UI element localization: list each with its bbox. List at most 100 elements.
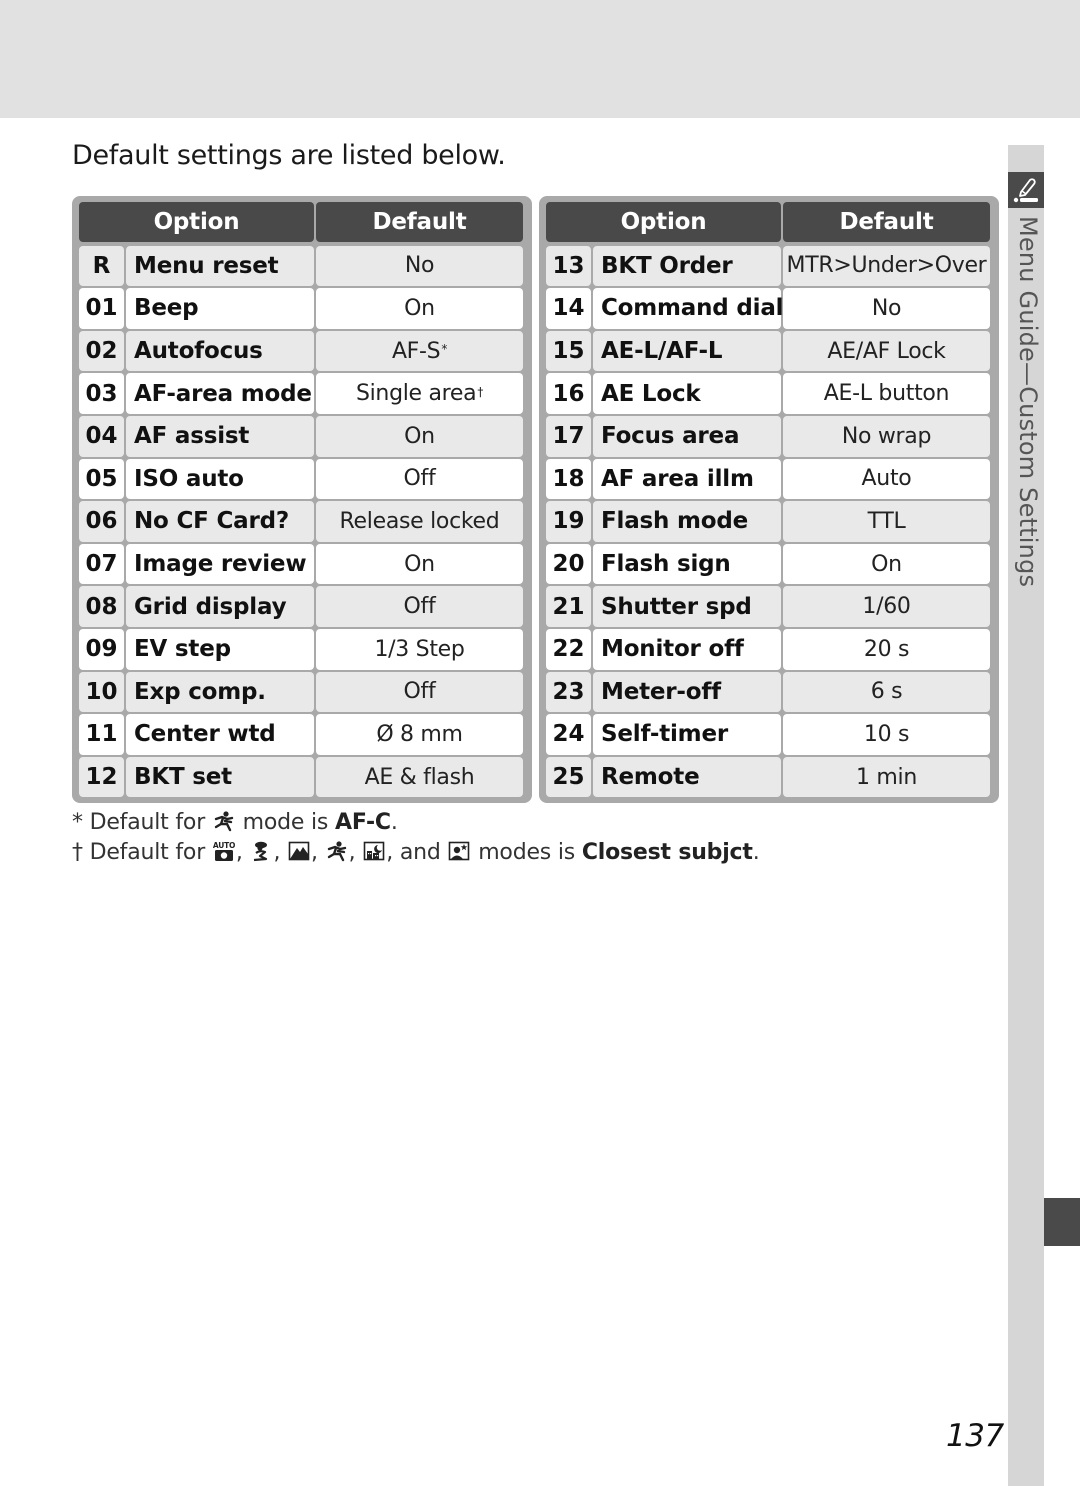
column-header-option: Option — [79, 202, 314, 242]
setting-name: EV step — [126, 628, 314, 670]
default-value-text: AE-L button — [823, 381, 950, 407]
column-header-default: Default — [316, 202, 523, 242]
setting-number: 23 — [546, 671, 591, 713]
footnote-text: mode is — [242, 810, 329, 835]
setting-default-value: No — [316, 245, 523, 287]
intro-text: Default settings are listed below. — [72, 140, 506, 171]
column-header-default: Default — [783, 202, 990, 242]
setting-number: 13 — [546, 245, 591, 287]
setting-name: ISO auto — [126, 458, 314, 500]
setting-default-value: TTL — [783, 501, 990, 542]
setting-number: 12 — [79, 756, 124, 798]
setting-default-value: 1 min — [783, 756, 990, 798]
setting-number: 18 — [546, 458, 591, 500]
setting-name: AE Lock — [593, 373, 781, 414]
default-value-text: 10 s — [863, 721, 910, 747]
default-value-text: AE/AF Lock — [827, 338, 946, 364]
default-value-text: AF-S — [391, 338, 441, 364]
setting-name: Exp comp. — [126, 671, 314, 713]
setting-number: 19 — [546, 501, 591, 542]
setting-number: 22 — [546, 628, 591, 670]
setting-default-value: Ø 8 mm — [316, 714, 523, 755]
footnote-period: . — [390, 810, 398, 835]
setting-default-value: AE-L button — [783, 373, 990, 414]
footnote-reference: * — [441, 342, 448, 357]
setting-number: 14 — [546, 288, 591, 329]
setting-name: Remote — [593, 756, 781, 798]
setting-default-value: Off — [316, 458, 523, 500]
setting-number: R — [79, 245, 124, 287]
setting-number: 16 — [546, 373, 591, 414]
setting-default-value: Auto — [783, 458, 990, 500]
setting-number: 02 — [79, 330, 124, 372]
setting-default-value: AE & flash — [316, 756, 523, 798]
setting-name: Command dial — [593, 288, 784, 329]
default-value-text: MTR>Under>Over — [786, 253, 987, 279]
footnote-text: modes is — [478, 840, 576, 865]
default-value-text: 1/60 — [862, 594, 911, 620]
setting-number: 06 — [79, 501, 124, 542]
setting-number: 25 — [546, 756, 591, 798]
setting-name: AF area illm — [593, 458, 781, 500]
default-value-text: No — [871, 295, 902, 321]
setting-number: 03 — [79, 373, 124, 414]
setting-number: 15 — [546, 330, 591, 372]
setting-default-value: On — [316, 288, 523, 329]
setting-default-value: 1/3 Step — [316, 628, 523, 670]
setting-name: Image review — [126, 543, 314, 585]
setting-name: Shutter spd — [593, 586, 781, 627]
default-value-text: 20 s — [863, 636, 910, 662]
setting-number: 07 — [79, 543, 124, 585]
setting-name: Autofocus — [126, 330, 314, 372]
default-value-text: No wrap — [841, 423, 932, 449]
portrait-mode-icon — [254, 841, 268, 862]
setting-name: Menu reset — [126, 245, 314, 287]
footnote-text: Default for — [89, 840, 206, 865]
setting-number: 05 — [79, 458, 124, 500]
footnote-period: . — [752, 840, 760, 865]
default-value-text: Auto — [861, 466, 912, 492]
default-value-text: 1/3 Step — [374, 636, 465, 662]
page-top-band — [0, 0, 1080, 118]
footnote-mark: † — [72, 840, 83, 865]
setting-number: 10 — [79, 671, 124, 713]
setting-name: Center wtd — [126, 714, 314, 755]
setting-name: Monitor off — [593, 628, 781, 670]
night-landscape-mode-icon — [363, 841, 385, 861]
setting-name: AF-area mode — [126, 373, 314, 414]
setting-default-value: No — [783, 288, 990, 329]
default-value-text: AE & flash — [364, 764, 475, 790]
setting-name: Meter-off — [593, 671, 781, 713]
svg-text:AUTO: AUTO — [213, 841, 235, 850]
default-value-text: TTL — [867, 508, 906, 534]
default-value-text: On — [404, 295, 435, 321]
night-portrait-mode-icon — [449, 841, 470, 861]
setting-name: Flash sign — [593, 543, 781, 585]
setting-default-value: On — [316, 415, 523, 457]
setting-name: AE-L/AF-L — [593, 330, 781, 372]
setting-number: 08 — [79, 586, 124, 627]
setting-default-value: Off — [316, 671, 523, 713]
setting-name: AF assist — [126, 415, 314, 457]
section-title: Menu Guide—Custom Settings — [1014, 216, 1042, 588]
column-header-option: Option — [546, 202, 781, 242]
setting-default-value: 20 s — [783, 628, 990, 670]
setting-default-value: No wrap — [783, 415, 990, 457]
setting-default-value: Single area † — [316, 373, 523, 414]
setting-default-value: 10 s — [783, 714, 990, 755]
default-value-text: On — [871, 551, 902, 577]
default-value-text: On — [404, 551, 435, 577]
default-value-text: On — [404, 423, 435, 449]
pencil-settings-icon — [1013, 178, 1038, 203]
default-value-text: Release locked — [339, 508, 500, 534]
section-icon-box — [1008, 172, 1044, 208]
footnote-bold-value: Closest subjct — [581, 840, 753, 865]
setting-number: 01 — [79, 288, 124, 329]
setting-default-value: On — [316, 543, 523, 585]
setting-default-value: 6 s — [783, 671, 990, 713]
auto-mode-icon: AUTO — [213, 841, 235, 861]
footnote-mark: * — [72, 810, 83, 835]
footnote-text: and — [399, 840, 441, 865]
setting-name: No CF Card? — [126, 501, 314, 542]
settings-grid: Option Default 13 BKT Order MTR>Under>Over… — [545, 202, 993, 798]
